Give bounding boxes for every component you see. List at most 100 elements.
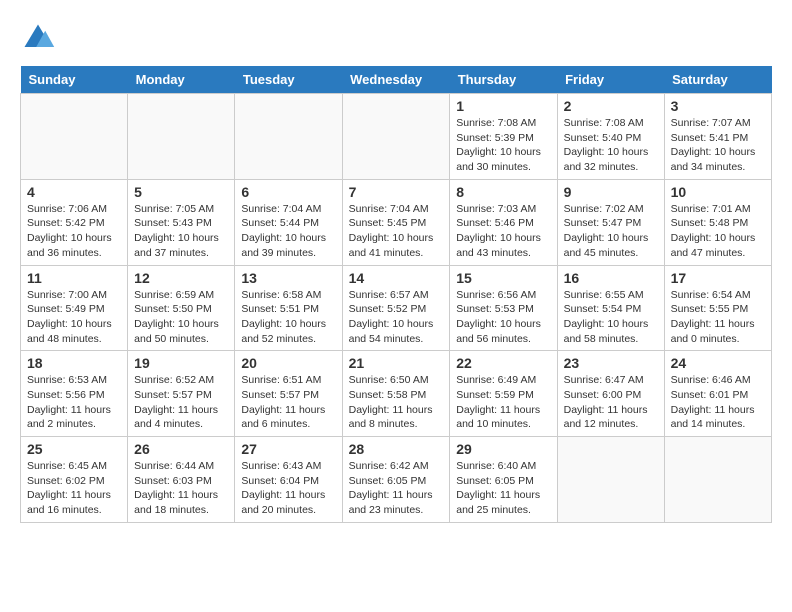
calendar-body: 1 Sunrise: 7:08 AM Sunset: 5:39 PM Daylig… (21, 94, 772, 523)
day-info: Sunrise: 6:50 AM Sunset: 5:58 PM Dayligh… (349, 373, 444, 432)
calendar-cell: 18 Sunrise: 6:53 AM Sunset: 5:56 PM Dayli… (21, 351, 128, 437)
day-info: Sunrise: 6:43 AM Sunset: 6:04 PM Dayligh… (241, 459, 335, 518)
calendar-cell (128, 94, 235, 180)
day-info: Sunrise: 6:57 AM Sunset: 5:52 PM Dayligh… (349, 288, 444, 347)
calendar-cell: 21 Sunrise: 6:50 AM Sunset: 5:58 PM Dayli… (342, 351, 450, 437)
day-number: 18 (27, 355, 121, 371)
calendar-cell: 8 Sunrise: 7:03 AM Sunset: 5:46 PM Daylig… (450, 179, 557, 265)
day-number: 25 (27, 441, 121, 457)
day-number: 10 (671, 184, 765, 200)
calendar-cell (21, 94, 128, 180)
day-number: 13 (241, 270, 335, 286)
day-info: Sunrise: 6:53 AM Sunset: 5:56 PM Dayligh… (27, 373, 121, 432)
calendar-cell (235, 94, 342, 180)
calendar-cell: 23Sunrise: 6:47 AM Sunset: 6:00 PM Dayli… (557, 351, 664, 437)
day-info: Sunrise: 7:04 AM Sunset: 5:44 PM Dayligh… (241, 202, 335, 261)
calendar-cell: 25Sunrise: 6:45 AM Sunset: 6:02 PM Dayli… (21, 437, 128, 523)
calendar-cell: 11Sunrise: 7:00 AM Sunset: 5:49 PM Dayli… (21, 265, 128, 351)
calendar-cell: 22Sunrise: 6:49 AM Sunset: 5:59 PM Dayli… (450, 351, 557, 437)
day-header-sunday: Sunday (21, 66, 128, 94)
day-info: Sunrise: 6:55 AM Sunset: 5:54 PM Dayligh… (564, 288, 658, 347)
calendar-cell: 5 Sunrise: 7:05 AM Sunset: 5:43 PM Daylig… (128, 179, 235, 265)
day-number: 11 (27, 270, 121, 286)
calendar-week-2: 4 Sunrise: 7:06 AM Sunset: 5:42 PM Daylig… (21, 179, 772, 265)
day-number: 1 (456, 98, 550, 114)
day-info: Sunrise: 6:44 AM Sunset: 6:03 PM Dayligh… (134, 459, 228, 518)
day-number: 28 (349, 441, 444, 457)
calendar-cell: 14 Sunrise: 6:57 AM Sunset: 5:52 PM Dayli… (342, 265, 450, 351)
calendar-cell: 4 Sunrise: 7:06 AM Sunset: 5:42 PM Daylig… (21, 179, 128, 265)
day-number: 7 (349, 184, 444, 200)
calendar-cell: 1 Sunrise: 7:08 AM Sunset: 5:39 PM Daylig… (450, 94, 557, 180)
day-info: Sunrise: 6:58 AM Sunset: 5:51 PM Dayligh… (241, 288, 335, 347)
calendar-cell: 13 Sunrise: 6:58 AM Sunset: 5:51 PM Dayli… (235, 265, 342, 351)
day-number: 15 (456, 270, 550, 286)
calendar-week-1: 1 Sunrise: 7:08 AM Sunset: 5:39 PM Daylig… (21, 94, 772, 180)
day-info: Sunrise: 7:02 AM Sunset: 5:47 PM Dayligh… (564, 202, 658, 261)
day-info: Sunrise: 7:06 AM Sunset: 5:42 PM Dayligh… (27, 202, 121, 261)
calendar-cell: 24 Sunrise: 6:46 AM Sunset: 6:01 PM Dayli… (664, 351, 771, 437)
calendar-cell: 6 Sunrise: 7:04 AM Sunset: 5:44 PM Daylig… (235, 179, 342, 265)
calendar-cell: 2 Sunrise: 7:08 AM Sunset: 5:40 PM Daylig… (557, 94, 664, 180)
logo (20, 20, 62, 56)
day-number: 5 (134, 184, 228, 200)
logo-icon (20, 20, 56, 56)
day-header-monday: Monday (128, 66, 235, 94)
day-number: 2 (564, 98, 658, 114)
day-number: 16 (564, 270, 658, 286)
day-number: 29 (456, 441, 550, 457)
day-number: 27 (241, 441, 335, 457)
day-header-friday: Friday (557, 66, 664, 94)
day-info: Sunrise: 6:51 AM Sunset: 5:57 PM Dayligh… (241, 373, 335, 432)
day-info: Sunrise: 7:07 AM Sunset: 5:41 PM Dayligh… (671, 116, 765, 175)
day-number: 21 (349, 355, 444, 371)
calendar-cell: 27 Sunrise: 6:43 AM Sunset: 6:04 PM Dayli… (235, 437, 342, 523)
day-info: Sunrise: 6:54 AM Sunset: 5:55 PM Dayligh… (671, 288, 765, 347)
day-info: Sunrise: 6:46 AM Sunset: 6:01 PM Dayligh… (671, 373, 765, 432)
calendar-week-5: 25Sunrise: 6:45 AM Sunset: 6:02 PM Dayli… (21, 437, 772, 523)
calendar-cell: 28Sunrise: 6:42 AM Sunset: 6:05 PM Dayli… (342, 437, 450, 523)
day-number: 3 (671, 98, 765, 114)
calendar-cell: 26 Sunrise: 6:44 AM Sunset: 6:03 PM Dayli… (128, 437, 235, 523)
day-number: 22 (456, 355, 550, 371)
calendar-week-4: 18 Sunrise: 6:53 AM Sunset: 5:56 PM Dayli… (21, 351, 772, 437)
calendar-table: SundayMondayTuesdayWednesdayThursdayFrid… (20, 66, 772, 523)
calendar-cell: 17 Sunrise: 6:54 AM Sunset: 5:55 PM Dayli… (664, 265, 771, 351)
day-number: 17 (671, 270, 765, 286)
day-number: 6 (241, 184, 335, 200)
calendar-cell: 15 Sunrise: 6:56 AM Sunset: 5:53 PM Dayli… (450, 265, 557, 351)
day-number: 24 (671, 355, 765, 371)
day-info: Sunrise: 6:40 AM Sunset: 6:05 PM Dayligh… (456, 459, 550, 518)
calendar-cell: 7Sunrise: 7:04 AM Sunset: 5:45 PM Daylig… (342, 179, 450, 265)
day-number: 9 (564, 184, 658, 200)
day-number: 19 (134, 355, 228, 371)
day-info: Sunrise: 7:08 AM Sunset: 5:40 PM Dayligh… (564, 116, 658, 175)
header (20, 20, 772, 56)
calendar-cell: 9 Sunrise: 7:02 AM Sunset: 5:47 PM Daylig… (557, 179, 664, 265)
day-number: 23 (564, 355, 658, 371)
calendar-cell: 20 Sunrise: 6:51 AM Sunset: 5:57 PM Dayli… (235, 351, 342, 437)
day-number: 26 (134, 441, 228, 457)
day-number: 4 (27, 184, 121, 200)
calendar-week-3: 11Sunrise: 7:00 AM Sunset: 5:49 PM Dayli… (21, 265, 772, 351)
day-number: 8 (456, 184, 550, 200)
calendar-cell (664, 437, 771, 523)
day-info: Sunrise: 7:05 AM Sunset: 5:43 PM Dayligh… (134, 202, 228, 261)
day-number: 14 (349, 270, 444, 286)
day-info: Sunrise: 6:52 AM Sunset: 5:57 PM Dayligh… (134, 373, 228, 432)
day-info: Sunrise: 6:59 AM Sunset: 5:50 PM Dayligh… (134, 288, 228, 347)
day-header-tuesday: Tuesday (235, 66, 342, 94)
calendar-cell: 3 Sunrise: 7:07 AM Sunset: 5:41 PM Daylig… (664, 94, 771, 180)
day-header-saturday: Saturday (664, 66, 771, 94)
calendar-cell: 10 Sunrise: 7:01 AM Sunset: 5:48 PM Dayli… (664, 179, 771, 265)
day-info: Sunrise: 7:03 AM Sunset: 5:46 PM Dayligh… (456, 202, 550, 261)
calendar-cell (342, 94, 450, 180)
day-number: 20 (241, 355, 335, 371)
day-info: Sunrise: 6:56 AM Sunset: 5:53 PM Dayligh… (456, 288, 550, 347)
day-info: Sunrise: 7:01 AM Sunset: 5:48 PM Dayligh… (671, 202, 765, 261)
calendar-cell (557, 437, 664, 523)
calendar-header-row: SundayMondayTuesdayWednesdayThursdayFrid… (21, 66, 772, 94)
day-info: Sunrise: 7:08 AM Sunset: 5:39 PM Dayligh… (456, 116, 550, 175)
calendar-cell: 19 Sunrise: 6:52 AM Sunset: 5:57 PM Dayli… (128, 351, 235, 437)
day-header-thursday: Thursday (450, 66, 557, 94)
